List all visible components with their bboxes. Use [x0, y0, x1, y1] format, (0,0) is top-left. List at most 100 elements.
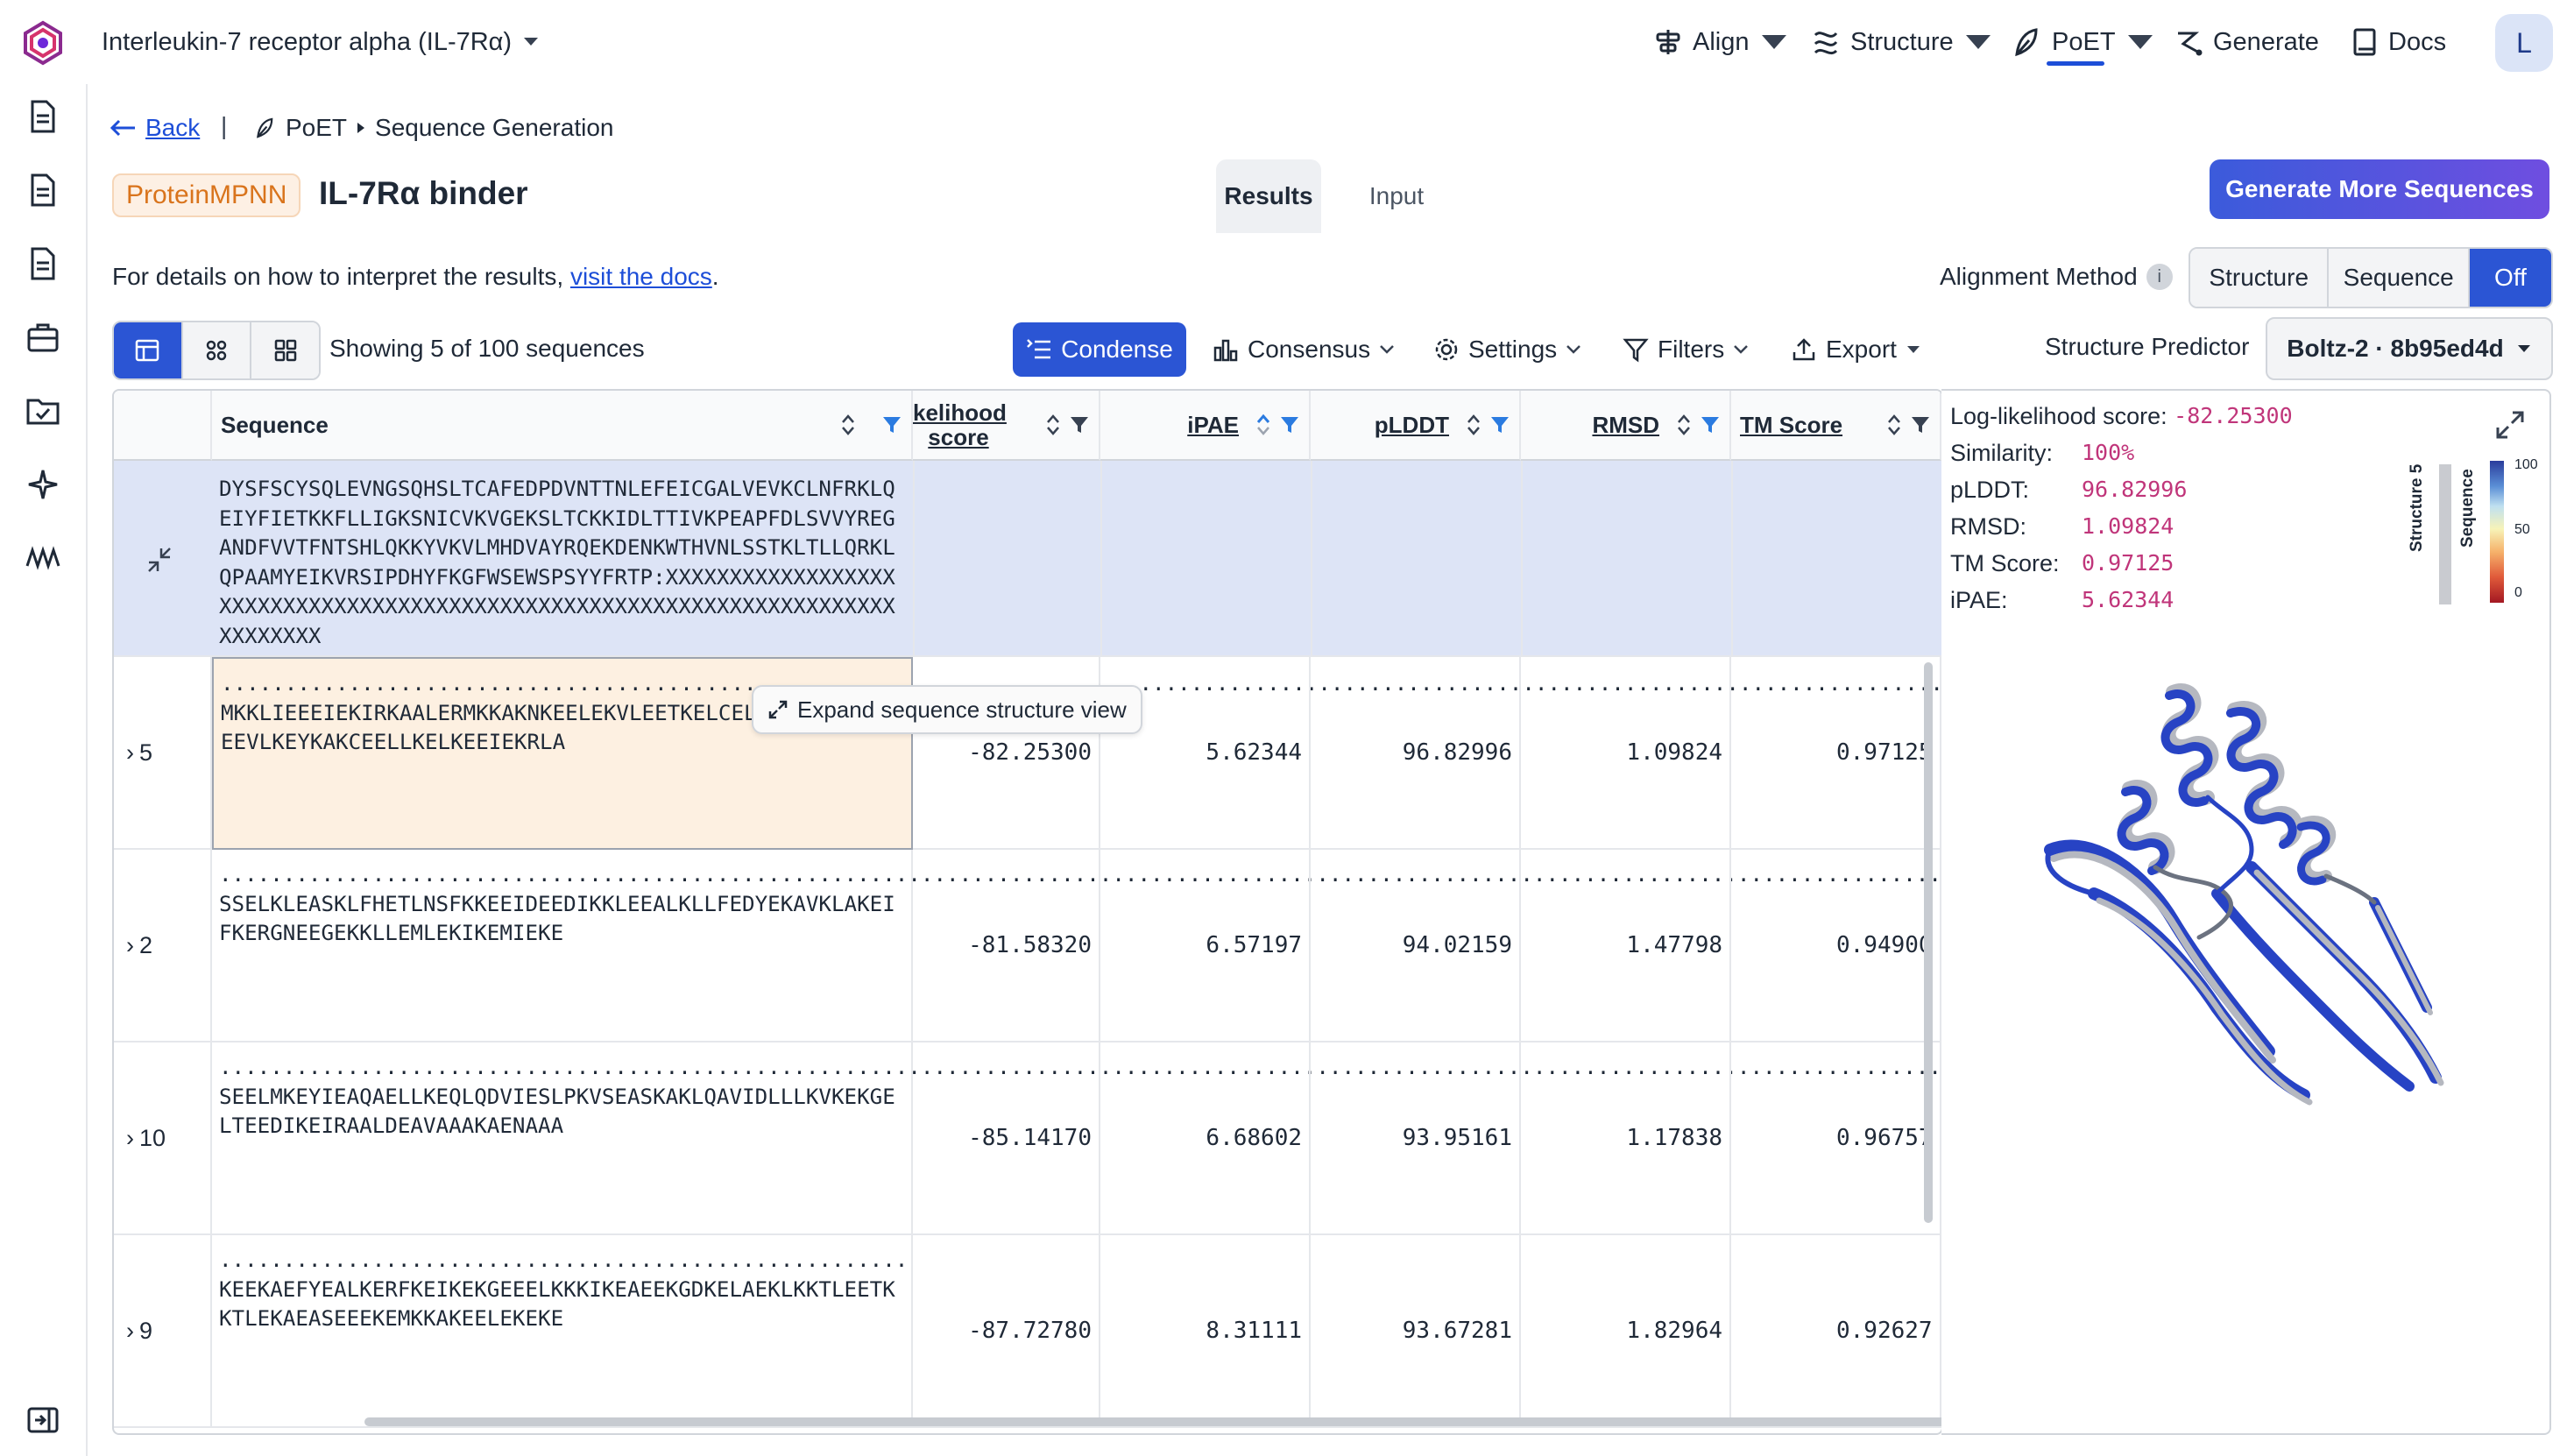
expand-structure-tooltip: Expand sequence structure view — [752, 685, 1142, 734]
filter-icon[interactable] — [1700, 414, 1721, 435]
chevron-down-icon — [1761, 35, 1786, 49]
legend-tick-50: 50 — [2514, 522, 2530, 537]
cluster-view-button[interactable] — [182, 322, 252, 378]
breadcrumb: PoET Sequence Generation — [254, 114, 613, 142]
ipae-cell: 8.31111 — [1100, 1235, 1311, 1428]
expand-panel-icon[interactable] — [25, 1402, 61, 1438]
column-header-score[interactable]: kelihood score — [913, 391, 1100, 461]
chevron-down-icon — [2127, 35, 2153, 49]
document-icon[interactable] — [25, 172, 61, 209]
column-header-plddt[interactable]: pLDDT — [1311, 391, 1521, 461]
protein-selector[interactable]: Interleukin-7 receptor alpha (IL-7Rα) — [102, 23, 540, 61]
filter-icon[interactable] — [1279, 414, 1300, 435]
folder-check-icon[interactable] — [25, 392, 61, 429]
sequence-cell[interactable]: ........................................… — [212, 850, 1941, 1043]
arrow-left-icon — [110, 119, 135, 137]
row-expand-toggle[interactable]: › 10 — [114, 1043, 212, 1235]
sort-icon[interactable] — [1046, 413, 1060, 436]
sequence-cell[interactable]: ........................................… — [212, 1235, 913, 1428]
score-cell: -85.14170 — [913, 1043, 1100, 1235]
model-badge: ProteinMPNN — [112, 173, 301, 217]
legend-tick-0: 0 — [2514, 585, 2522, 600]
row-expand-toggle[interactable]: › 9 — [114, 1235, 212, 1428]
filter-icon[interactable] — [1910, 414, 1931, 435]
nav-poet[interactable]: PoET — [2012, 21, 2156, 63]
fullscreen-icon[interactable] — [2493, 408, 2527, 442]
collapse-icon[interactable] — [145, 547, 173, 573]
app-logo-icon[interactable] — [19, 19, 67, 67]
docs-link[interactable]: visit the docs — [570, 263, 712, 290]
column-header-tm-score[interactable]: TM Score — [1731, 391, 1941, 461]
structure-predictor-label: Structure Predictor — [2045, 333, 2250, 360]
gear-icon — [1435, 338, 1458, 361]
metric-ipae: iPAE: 5.62344 — [1950, 587, 2174, 613]
settings-dropdown[interactable]: Settings — [1433, 322, 1581, 377]
structure-predictor-select[interactable]: Boltz-2 · 8b95ed4d — [2266, 317, 2553, 380]
table-view-button[interactable] — [114, 322, 183, 378]
upload-icon — [1793, 338, 1815, 361]
document-icon[interactable] — [25, 98, 61, 135]
export-dropdown[interactable]: Export — [1791, 322, 1921, 377]
condense-button[interactable]: Condense — [1013, 322, 1186, 377]
nav-structure[interactable]: Structure — [1810, 21, 1994, 63]
protein-structure-render[interactable] — [2041, 675, 2462, 1113]
chevron-down-icon — [1965, 35, 1991, 49]
sort-icon[interactable] — [1677, 413, 1691, 436]
tab-input[interactable]: Input — [1344, 159, 1449, 233]
nav-docs[interactable]: Docs — [2348, 21, 2446, 63]
filter-icon[interactable] — [1489, 414, 1510, 435]
tm-score-cell: 0.92627 — [1731, 1235, 1941, 1428]
breadcrumb-section[interactable]: PoET — [286, 114, 347, 142]
generate-more-button[interactable]: Generate More Sequences — [2210, 159, 2549, 219]
sort-ascending-icon[interactable] — [1256, 413, 1270, 436]
table-view-icon — [136, 339, 159, 362]
legend-sequence-gradient — [2490, 461, 2504, 603]
column-header-ipae[interactable]: iPAE — [1100, 391, 1311, 461]
chevron-down-icon — [1906, 346, 1920, 353]
filter-icon[interactable] — [1069, 414, 1090, 435]
document-icon[interactable] — [25, 245, 61, 282]
vertical-scrollbar[interactable] — [1924, 662, 1933, 1223]
rmsd-cell: 1.47798 — [1521, 850, 1731, 1043]
plddt-cell: 93.95161 — [1311, 1043, 1521, 1235]
legend-structure-label: Structure 5 — [2408, 463, 2426, 553]
chevron-down-icon — [1380, 345, 1394, 354]
sort-icon[interactable] — [841, 413, 855, 436]
nav-align[interactable]: Align — [1652, 21, 1790, 63]
score-cell: -87.72780 — [913, 1235, 1100, 1428]
nav-generate[interactable]: Generate — [2173, 21, 2319, 63]
filter-icon[interactable] — [881, 414, 902, 435]
alignment-sequence-option[interactable]: Sequence — [2329, 249, 2470, 307]
tm-score-cell: 0.94900 — [1731, 850, 1941, 1043]
sequence-cell[interactable]: ........................................… — [212, 1043, 1941, 1235]
structure-icon — [1814, 32, 1838, 55]
poet-icon — [2015, 28, 2038, 57]
tab-results[interactable]: Results — [1216, 159, 1321, 233]
horizontal-scrollbar[interactable] — [364, 1417, 1941, 1426]
alignment-structure-option[interactable]: Structure — [2190, 249, 2330, 307]
grid-view-button[interactable] — [251, 322, 319, 378]
metric-similarity: Similarity: 100% — [1950, 440, 2135, 466]
row-expand-toggle[interactable]: › 5 — [114, 657, 212, 850]
sort-icon[interactable] — [1467, 413, 1481, 436]
generate-icon — [2178, 32, 2203, 56]
back-link[interactable]: Back — [110, 114, 200, 142]
column-header-sequence[interactable]: Sequence — [212, 391, 913, 461]
sequence-table: Sequence kelihood score iPAE pLDDT RMSD — [112, 389, 1943, 1435]
toolbox-icon[interactable] — [25, 319, 61, 356]
consensus-dropdown[interactable]: Consensus — [1213, 322, 1395, 377]
row-expand-toggle[interactable]: › 2 — [114, 850, 212, 1043]
info-icon[interactable]: i — [2146, 264, 2173, 290]
alignment-method-label: Alignment Method i — [1940, 263, 2173, 291]
filters-dropdown[interactable]: Filters — [1623, 322, 1749, 377]
metric-rmsd: RMSD: 1.09824 — [1950, 513, 2174, 540]
column-header-rmsd[interactable]: RMSD — [1521, 391, 1731, 461]
alignment-off-option[interactable]: Off — [2469, 249, 2551, 307]
alignment-method-toggle: Structure Sequence Off — [2189, 247, 2553, 308]
sort-icon[interactable] — [1887, 413, 1901, 436]
breadcrumb-separator: | — [221, 112, 228, 139]
waveform-icon[interactable] — [25, 540, 61, 576]
avatar[interactable]: L — [2495, 14, 2553, 72]
sparkle-icon[interactable] — [25, 466, 61, 503]
tm-score-cell: 0.96757 — [1731, 1043, 1941, 1235]
